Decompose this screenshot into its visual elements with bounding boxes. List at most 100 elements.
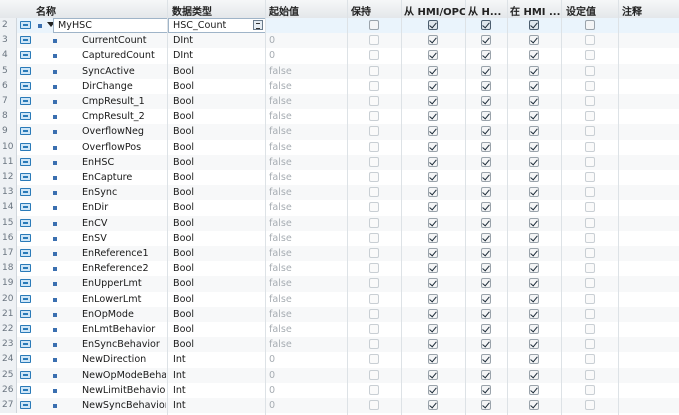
hmi3-checkbox[interactable] [529,111,539,122]
hmi1-checkbox[interactable] [428,308,438,319]
member-name[interactable]: EnUpperLmt [82,278,166,289]
hmi1-checkbox[interactable] [428,400,438,410]
retain-checkbox[interactable] [369,35,379,46]
hmi1-checkbox[interactable] [428,354,438,365]
retain-checkbox[interactable] [369,111,379,122]
table-row[interactable]: 18 EnReference2 Bool false [0,261,679,277]
set-checkbox[interactable] [585,324,595,334]
member-start-value[interactable]: false [269,309,292,320]
header-name[interactable]: 名称 [36,3,56,18]
member-start-value[interactable]: false [269,126,292,137]
retain-checkbox[interactable] [369,65,379,76]
member-name[interactable]: SyncActive [82,66,166,77]
member-datatype[interactable]: Bool [173,278,194,289]
retain-checkbox[interactable] [369,248,379,258]
hmi1-checkbox[interactable] [428,172,438,182]
hmi2-checkbox[interactable] [481,126,491,137]
set-checkbox[interactable] [585,156,595,167]
member-start-value[interactable]: false [269,202,292,213]
member-name[interactable]: OverflowPos [82,142,166,153]
member-name[interactable]: DirChange [82,81,166,92]
table-row[interactable]: 12 EnCapture Bool false [0,170,679,186]
member-start-value[interactable]: false [269,157,292,168]
member-datatype[interactable]: Bool [173,263,194,274]
member-datatype[interactable]: Bool [173,96,194,107]
hmi2-checkbox[interactable] [481,384,491,395]
member-datatype[interactable]: Bool [173,324,194,335]
table-row[interactable]: 27 NewSyncBehavior Int 0 [0,398,679,414]
member-start-value[interactable]: 0 [269,370,275,381]
member-datatype[interactable]: Bool [173,218,194,229]
header-retain[interactable]: 保持 [351,3,371,18]
set-checkbox[interactable] [585,369,595,380]
set-checkbox[interactable] [585,339,595,350]
retain-checkbox[interactable] [369,172,379,182]
table-row[interactable]: 17 EnReference1 Bool false [0,246,679,262]
set-checkbox[interactable] [585,354,595,365]
set-checkbox[interactable] [585,65,595,76]
hmi3-checkbox[interactable] [529,96,539,106]
hmi1-checkbox[interactable] [428,20,438,30]
hmi2-checkbox[interactable] [481,232,491,243]
table-row[interactable]: 20 EnLowerLmt Bool false [0,291,679,307]
set-checkbox[interactable] [585,96,595,106]
member-start-value[interactable]: false [269,187,292,198]
hmi3-checkbox[interactable] [529,369,539,380]
hmi1-checkbox[interactable] [428,263,438,274]
member-datatype[interactable]: DInt [173,35,193,46]
member-datatype[interactable]: Bool [173,339,194,350]
hmi2-checkbox[interactable] [481,293,491,304]
member-name[interactable]: CmpResult_1 [82,96,166,107]
member-datatype[interactable]: Bool [173,66,194,77]
set-checkbox[interactable] [585,141,595,152]
table-row[interactable]: 24 NewDirection Int 0 [0,352,679,368]
retain-checkbox[interactable] [369,217,379,228]
hmi1-checkbox[interactable] [428,187,438,198]
member-start-value[interactable]: false [269,248,292,259]
hmi3-checkbox[interactable] [529,20,539,30]
member-name[interactable]: MyHSC [58,20,92,31]
hmi3-checkbox[interactable] [529,80,539,91]
datatype-list-icon[interactable] [253,20,263,30]
table-row[interactable]: 26 NewLimitBehavior Int 0 [0,382,679,398]
table-row[interactable]: 6 DirChange Bool false [0,78,679,94]
hmi3-checkbox[interactable] [529,126,539,137]
retain-checkbox[interactable] [369,232,379,243]
set-checkbox[interactable] [585,248,595,258]
member-datatype[interactable]: Bool [173,187,194,198]
hmi2-checkbox[interactable] [481,96,491,106]
set-checkbox[interactable] [585,50,595,61]
hmi2-checkbox[interactable] [481,20,491,30]
hmi3-checkbox[interactable] [529,156,539,167]
set-checkbox[interactable] [585,217,595,228]
hmi1-checkbox[interactable] [428,65,438,76]
hmi2-checkbox[interactable] [481,50,491,61]
table-row[interactable]: 2 MyHSC HSC_Count [0,18,679,34]
table-row[interactable]: 19 EnUpperLmt Bool false [0,276,679,292]
member-name[interactable]: EnOpMode [82,309,166,320]
hmi3-checkbox[interactable] [529,248,539,258]
member-datatype[interactable]: Bool [173,142,194,153]
member-start-value[interactable]: false [269,172,292,183]
member-name[interactable]: CapturedCount [82,50,166,61]
member-name[interactable]: CmpResult_2 [82,111,166,122]
table-row[interactable]: 25 NewOpModeBeha... Int 0 [0,367,679,383]
retain-checkbox[interactable] [369,369,379,380]
retain-checkbox[interactable] [369,293,379,304]
member-start-value[interactable]: false [269,339,292,350]
hmi1-checkbox[interactable] [428,293,438,304]
hmi2-checkbox[interactable] [481,278,491,289]
retain-checkbox[interactable] [369,126,379,137]
hmi2-checkbox[interactable] [481,111,491,122]
retain-checkbox[interactable] [369,20,379,30]
table-row[interactable]: 21 EnOpMode Bool false [0,306,679,322]
hmi2-checkbox[interactable] [481,369,491,380]
retain-checkbox[interactable] [369,202,379,213]
member-datatype[interactable]: Int [173,354,186,365]
member-start-value[interactable]: 0 [269,354,275,365]
member-start-value[interactable]: false [269,324,292,335]
hmi1-checkbox[interactable] [428,50,438,61]
hmi1-checkbox[interactable] [428,80,438,91]
hmi3-checkbox[interactable] [529,187,539,198]
retain-checkbox[interactable] [369,96,379,106]
